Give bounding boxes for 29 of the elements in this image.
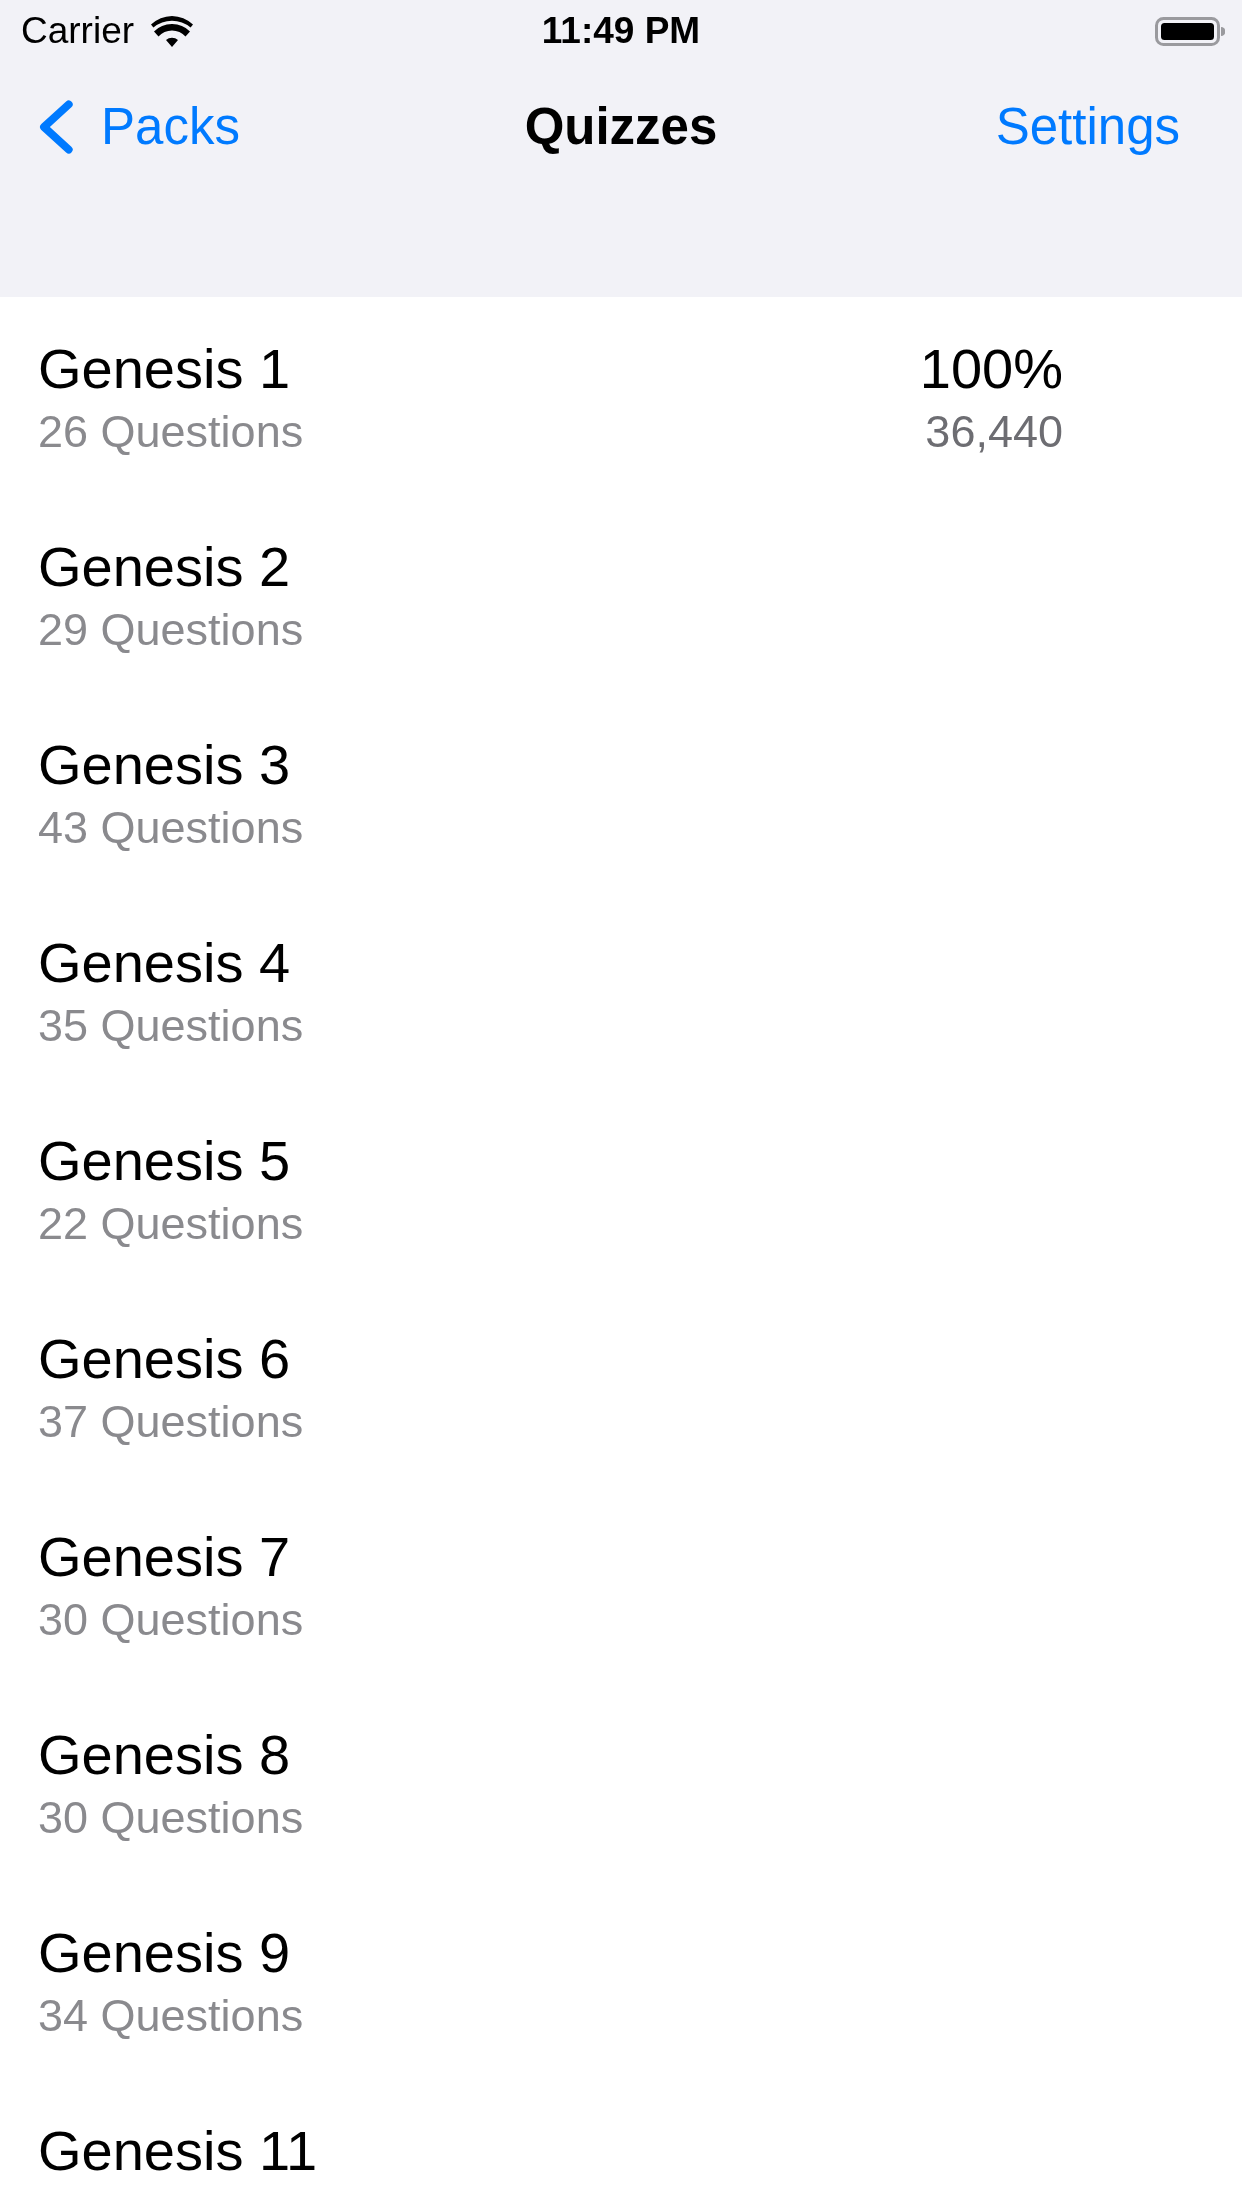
quiz-title: Genesis 6 bbox=[38, 1326, 291, 1392]
quiz-title: Genesis 9 bbox=[38, 1920, 291, 1986]
quiz-title: Genesis 11 bbox=[38, 2118, 318, 2184]
wifi-icon bbox=[151, 15, 194, 47]
quiz-title: Genesis 2 bbox=[38, 534, 291, 600]
question-count: 34 Questions bbox=[38, 1989, 304, 2043]
question-count: 22 Questions bbox=[38, 1197, 304, 1251]
quiz-title: Genesis 3 bbox=[38, 732, 291, 798]
question-count: 37 Questions bbox=[38, 1395, 304, 1449]
question-count: 43 Questions bbox=[38, 801, 304, 855]
status-time: 11:49 PM bbox=[541, 9, 701, 53]
battery-icon bbox=[1155, 16, 1225, 46]
question-count: 26 Questions bbox=[38, 405, 304, 459]
carrier-name: Carrier bbox=[21, 9, 135, 53]
quiz-title: Genesis 7 bbox=[38, 1524, 291, 1590]
score-percent: 100% bbox=[919, 336, 1063, 402]
settings-button[interactable]: Settings bbox=[995, 97, 1180, 157]
score-points: 36,440 bbox=[925, 405, 1063, 459]
back-button[interactable]: Packs bbox=[39, 97, 240, 157]
question-count: 30 Questions bbox=[38, 1593, 304, 1647]
quiz-title: Genesis 1 bbox=[38, 336, 291, 402]
question-count: 30 Questions bbox=[38, 1791, 304, 1845]
question-count: 35 Questions bbox=[38, 999, 304, 1053]
quiz-title: Genesis 8 bbox=[38, 1722, 291, 1788]
screen-title: Quizzes bbox=[524, 97, 718, 157]
chevron-left-icon bbox=[39, 100, 73, 154]
quiz-title: Genesis 5 bbox=[38, 1128, 291, 1194]
question-count: 29 Questions bbox=[38, 603, 304, 657]
quiz-title: Genesis 4 bbox=[38, 930, 291, 996]
